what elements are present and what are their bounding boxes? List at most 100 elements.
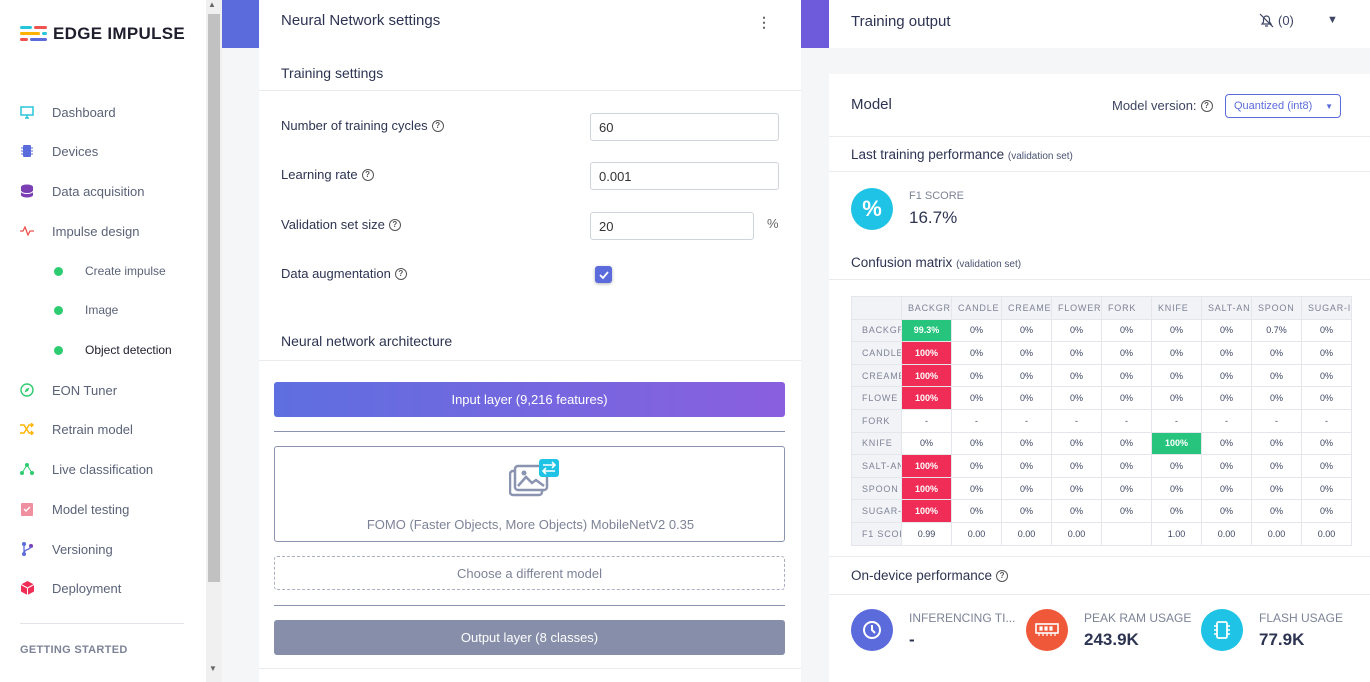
matrix-cell: 0% xyxy=(1101,476,1152,501)
matrix-cell: 0% xyxy=(1301,476,1352,501)
scroll-down-arrow-icon[interactable]: ▼ xyxy=(209,664,217,673)
matrix-cell: 0% xyxy=(1051,318,1102,343)
training-cycles-input[interactable]: 60 xyxy=(590,113,779,141)
branch-icon xyxy=(20,542,34,556)
label-text: Data augmentation xyxy=(281,266,391,281)
f1-cell: 0.00 xyxy=(1051,521,1102,546)
sidebar: EDGE IMPULSE Dashboard Devices Data acqu… xyxy=(0,0,206,682)
output-layer-button[interactable]: Output layer (8 classes) xyxy=(274,620,785,655)
divider xyxy=(259,360,801,361)
sidebar-item-data-acquisition[interactable]: Data acquisition xyxy=(0,176,206,206)
f1-cell: 0.00 xyxy=(1201,521,1252,546)
sidebar-scrollbar-thumb[interactable] xyxy=(208,14,220,582)
bell-off-icon xyxy=(1259,13,1274,28)
brand-logo[interactable]: EDGE IMPULSE xyxy=(20,24,185,44)
sidebar-item-live-classification[interactable]: Live classification xyxy=(0,454,206,484)
row-header: F1 SCOI xyxy=(851,521,902,546)
choose-different-model-button[interactable]: Choose a different model xyxy=(274,556,785,590)
learning-rate-label: Learning rate? xyxy=(281,167,374,182)
divider xyxy=(274,431,785,432)
sidebar-item-label: Versioning xyxy=(52,541,113,557)
divider xyxy=(829,136,1370,137)
matrix-cell: 100% xyxy=(1151,431,1202,456)
clock-icon xyxy=(851,609,893,651)
help-icon[interactable]: ? xyxy=(996,569,1009,582)
box-icon xyxy=(20,581,34,595)
table-row: BACKGR 99.3% 0% 0% 0% 0% 0% 0% 0.7% 0% xyxy=(851,318,1352,343)
column-header: CREAME xyxy=(1001,296,1052,320)
learning-rate-input[interactable]: 0.001 xyxy=(590,162,779,190)
data-augmentation-checkbox[interactable] xyxy=(595,266,612,283)
sidebar-item-label: Create impulse xyxy=(85,264,166,278)
matrix-cell: 0% xyxy=(1151,341,1202,365)
model-version-label: Model version:? xyxy=(1112,98,1213,113)
sidebar-item-image[interactable]: Image xyxy=(0,295,206,325)
getting-started-heading: GETTING STARTED xyxy=(20,644,128,656)
matrix-cell: 0% xyxy=(1001,431,1052,456)
matrix-cell: 0% xyxy=(951,318,1002,343)
ram-icon xyxy=(1026,609,1068,651)
help-icon[interactable]: ? xyxy=(361,168,374,181)
confusion-matrix-table: BACKGR CANDLE CREAME FLOWER FORK KNIFE SALT-AN… xyxy=(851,296,1352,546)
sidebar-item-model-testing[interactable]: Model testing xyxy=(0,494,206,524)
row-header: FORK xyxy=(851,408,902,433)
table-header-row: BACKGR CANDLE CREAME FLOWER FORK KNIFE SALT-AN… xyxy=(851,296,1352,320)
table-row: SPOON 100% 0% 0% 0% 0% 0% 0% 0% 0% xyxy=(851,476,1352,501)
help-icon[interactable]: ? xyxy=(431,119,444,132)
sidebar-item-dashboard[interactable]: Dashboard xyxy=(0,97,206,127)
title-note: (validation set) xyxy=(1007,151,1073,162)
sidebar-item-devices[interactable]: Devices xyxy=(0,136,206,166)
title-note: (validation set) xyxy=(956,259,1022,270)
scroll-up-arrow-icon[interactable]: ▲ xyxy=(208,0,216,9)
header-banner xyxy=(222,0,259,48)
sidebar-item-eon-tuner[interactable]: EON Tuner xyxy=(0,375,206,405)
sidebar-item-label: Retrain model xyxy=(52,421,133,437)
matrix-cell: - xyxy=(1101,408,1152,433)
database-icon xyxy=(20,184,34,198)
sidebar-item-label: Image xyxy=(85,303,119,317)
help-icon[interactable]: ? xyxy=(1200,99,1213,112)
title-text: On-device performance xyxy=(851,568,993,583)
help-icon[interactable]: ? xyxy=(388,218,401,231)
row-header: BACKGR xyxy=(851,318,902,343)
matrix-cell: 0% xyxy=(1101,386,1152,410)
sidebar-item-create-impulse[interactable]: Create impulse xyxy=(0,256,206,286)
f1-cell: 0.99 xyxy=(901,521,952,546)
row-header: SPOON xyxy=(851,476,902,501)
matrix-cell: 0% xyxy=(1251,386,1302,410)
sidebar-item-label: Impulse design xyxy=(52,223,140,239)
notifications-button[interactable]: (0) xyxy=(1259,13,1294,28)
swap-images-icon xyxy=(508,459,559,499)
matrix-cell: 0% xyxy=(1151,499,1202,523)
matrix-cell: 0% xyxy=(1201,318,1252,343)
sidebar-item-object-detection[interactable]: Object detection xyxy=(0,335,206,365)
sidebar-item-retrain-model[interactable]: Retrain model xyxy=(0,414,206,444)
column-header: CANDLE xyxy=(951,296,1002,320)
panel-title: Neural Network settings xyxy=(281,12,441,29)
sidebar-item-impulse-design[interactable]: Impulse design xyxy=(0,216,206,246)
help-icon[interactable]: ? xyxy=(394,267,407,280)
matrix-cell: 0% xyxy=(1001,363,1052,388)
notification-count: (0) xyxy=(1278,13,1294,28)
more-options-icon[interactable]: ⋮ xyxy=(757,14,771,31)
matrix-cell: 0% xyxy=(1101,431,1152,456)
matrix-cell: 0% xyxy=(1051,386,1102,410)
sidebar-item-versioning[interactable]: Versioning xyxy=(0,534,206,564)
shuffle-icon xyxy=(20,422,34,436)
row-header: KNIFE xyxy=(851,431,902,456)
metric-value: 243.9K xyxy=(1084,630,1139,649)
matrix-cell: 100% xyxy=(901,476,952,501)
input-layer-button[interactable]: Input layer (9,216 features) xyxy=(274,382,785,417)
caret-down-icon: ▼ xyxy=(1325,102,1333,111)
matrix-cell: 99.3% xyxy=(901,318,952,343)
matrix-cell: 0% xyxy=(1151,363,1202,388)
data-augmentation-label: Data augmentation? xyxy=(281,266,407,281)
chevron-down-icon[interactable]: ▼ xyxy=(1327,14,1338,26)
model-version-select[interactable]: Quantized (int8) ▼ xyxy=(1225,94,1341,118)
status-dot-icon xyxy=(54,266,63,276)
neural-network-settings-panel: Neural Network settings ⋮ Training setti… xyxy=(259,0,801,682)
chip-icon xyxy=(20,144,34,158)
sidebar-item-deployment[interactable]: Deployment xyxy=(0,573,206,603)
validation-set-size-input[interactable]: 20 xyxy=(590,212,754,240)
model-card[interactable]: FOMO (Faster Objects, More Objects) Mobi… xyxy=(274,446,785,542)
